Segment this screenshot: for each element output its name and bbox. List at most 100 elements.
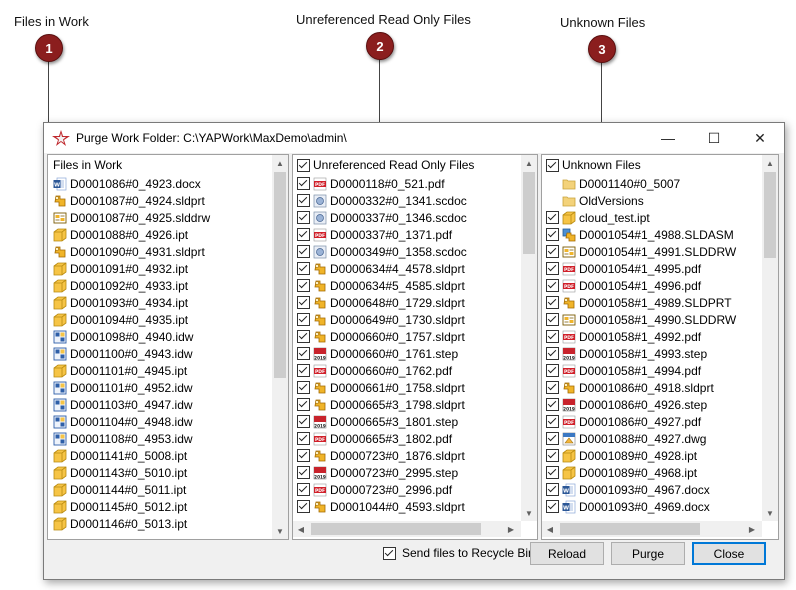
file-checkbox[interactable] [297,296,310,309]
unreferenced-hscroll[interactable]: ◀ ▶ [293,521,521,537]
list-item[interactable]: W D0001093#0_4967.docx [542,481,762,498]
unknown-hscroll[interactable]: ◀ ▶ [542,521,762,537]
file-checkbox[interactable] [297,279,310,292]
list-item[interactable]: D0000648#0_1729.sldprt [293,294,521,311]
scroll-thumb[interactable] [764,172,776,258]
list-item[interactable]: D0000665#3_1798.sldprt [293,396,521,413]
list-item[interactable]: 2019 D0000723#0_2995.step [293,464,521,481]
scroll-up-icon[interactable]: ▲ [272,155,288,171]
file-checkbox[interactable] [297,211,310,224]
list-item[interactable]: D0001058#1_4989.SLDPRT [542,294,762,311]
scroll-thumb[interactable] [311,523,481,535]
list-item[interactable]: D0001087#0_4924.sldprt [48,192,272,209]
file-checkbox[interactable] [297,398,310,411]
list-item[interactable]: D0001087#0_4925.slddrw [48,209,272,226]
list-item[interactable]: D0001091#0_4932.ipt [48,260,272,277]
scroll-right-icon[interactable]: ▶ [744,521,760,537]
list-item[interactable]: D0001146#0_5013.ipt [48,515,272,532]
file-checkbox[interactable] [297,262,310,275]
file-checkbox[interactable] [546,500,559,513]
scroll-right-icon[interactable]: ▶ [503,521,519,537]
list-item[interactable]: D0001145#0_5012.ipt [48,498,272,515]
unknown-files-list[interactable]: Unknown Files D0001140#0_5007 OldVersions… [542,155,762,521]
list-item[interactable]: cloud_test.ipt [542,209,762,226]
file-checkbox[interactable] [546,262,559,275]
recycle-bin-checkbox[interactable] [383,546,396,560]
list-item[interactable]: D0000349#0_1358.scdoc [293,243,521,260]
close-button[interactable]: Close [692,542,766,565]
file-checkbox[interactable] [297,245,310,258]
list-item[interactable]: D0001104#0_4948.idw [48,413,272,430]
file-checkbox[interactable] [297,228,310,241]
file-checkbox[interactable] [297,194,310,207]
file-checkbox[interactable] [546,228,559,241]
list-item[interactable]: PDF D0000723#0_2996.pdf [293,481,521,498]
list-item[interactable]: D0001088#0_4926.ipt [48,226,272,243]
file-checkbox[interactable] [546,330,559,343]
list-item[interactable]: D0001054#1_4991.SLDDRW [542,243,762,260]
file-checkbox[interactable] [297,381,310,394]
list-item[interactable]: D0001098#0_4940.idw [48,328,272,345]
file-checkbox[interactable] [546,279,559,292]
file-checkbox[interactable] [546,381,559,394]
scroll-down-icon[interactable]: ▼ [272,523,288,539]
list-item[interactable]: D0001092#0_4933.ipt [48,277,272,294]
list-item[interactable]: 2019 D0001058#1_4993.step [542,345,762,362]
list-item[interactable]: D0000634#4_4578.sldprt [293,260,521,277]
file-checkbox[interactable] [297,313,310,326]
minimize-button[interactable]: — [645,123,691,153]
list-item[interactable]: D0000337#0_1346.scdoc [293,209,521,226]
file-checkbox[interactable] [546,432,559,445]
list-item[interactable]: D0000660#0_1757.sldprt [293,328,521,345]
list-item[interactable]: D0001101#0_4945.ipt [48,362,272,379]
list-item[interactable]: D0001088#0_4927.dwg [542,430,762,447]
reload-button[interactable]: Reload [530,542,604,565]
list-item[interactable]: D0001058#1_4990.SLDDRW [542,311,762,328]
file-checkbox[interactable] [297,449,310,462]
list-item[interactable]: PDF D0000660#0_1762.pdf [293,362,521,379]
file-checkbox[interactable] [297,177,310,190]
file-checkbox[interactable] [297,330,310,343]
unreferenced-vscroll[interactable]: ▲ ▼ [521,155,537,521]
list-item[interactable]: D0000723#0_1876.sldprt [293,447,521,464]
list-item[interactable]: D0000649#0_1730.sldprt [293,311,521,328]
list-item[interactable]: PDF D0001054#1_4996.pdf [542,277,762,294]
unreferenced-list[interactable]: Unreferenced Read Only Files PDF D0000118… [293,155,521,521]
list-item[interactable]: PDF D0000665#3_1802.pdf [293,430,521,447]
list-item[interactable]: D0001101#0_4952.idw [48,379,272,396]
scroll-down-icon[interactable]: ▼ [762,505,778,521]
files-in-work-vscroll[interactable]: ▲ ▼ [272,155,288,539]
file-checkbox[interactable] [546,211,559,224]
scroll-thumb[interactable] [274,172,286,378]
scroll-thumb[interactable] [523,172,535,254]
list-item[interactable]: D0001144#0_5011.ipt [48,481,272,498]
list-item[interactable]: PDF D0001086#0_4927.pdf [542,413,762,430]
list-item[interactable]: 2019 D0000665#3_1801.step [293,413,521,430]
list-item[interactable]: D0000634#5_4585.sldprt [293,277,521,294]
list-item[interactable]: D0000332#0_1341.scdoc [293,192,521,209]
file-checkbox[interactable] [297,347,310,360]
list-item[interactable]: D0001140#0_5007 [542,175,762,192]
file-checkbox[interactable] [297,415,310,428]
scroll-up-icon[interactable]: ▲ [521,155,537,171]
list-item[interactable]: D0000661#0_1758.sldprt [293,379,521,396]
list-item[interactable]: PDF D0001058#1_4994.pdf [542,362,762,379]
file-checkbox[interactable] [546,449,559,462]
list-item[interactable]: D0001100#0_4943.idw [48,345,272,362]
list-item[interactable]: D0001143#0_5010.ipt [48,464,272,481]
list-item[interactable]: D0001094#0_4935.ipt [48,311,272,328]
unknown-header-row[interactable]: Unknown Files [542,155,762,175]
file-checkbox[interactable] [546,364,559,377]
list-item[interactable]: D0001089#0_4928.ipt [542,447,762,464]
list-item[interactable]: PDF D0000337#0_1371.pdf [293,226,521,243]
file-checkbox[interactable] [297,432,310,445]
list-item[interactable]: PDF D0001058#1_4992.pdf [542,328,762,345]
list-item[interactable]: D0001103#0_4947.idw [48,396,272,413]
list-item[interactable]: D0001141#0_5008.ipt [48,447,272,464]
list-item[interactable]: D0001054#1_4988.SLDASM [542,226,762,243]
file-checkbox[interactable] [297,466,310,479]
file-checkbox[interactable] [297,500,310,513]
list-item[interactable]: D0001108#0_4953.idw [48,430,272,447]
list-item[interactable]: D0001090#0_4931.sldprt [48,243,272,260]
file-checkbox[interactable] [546,347,559,360]
